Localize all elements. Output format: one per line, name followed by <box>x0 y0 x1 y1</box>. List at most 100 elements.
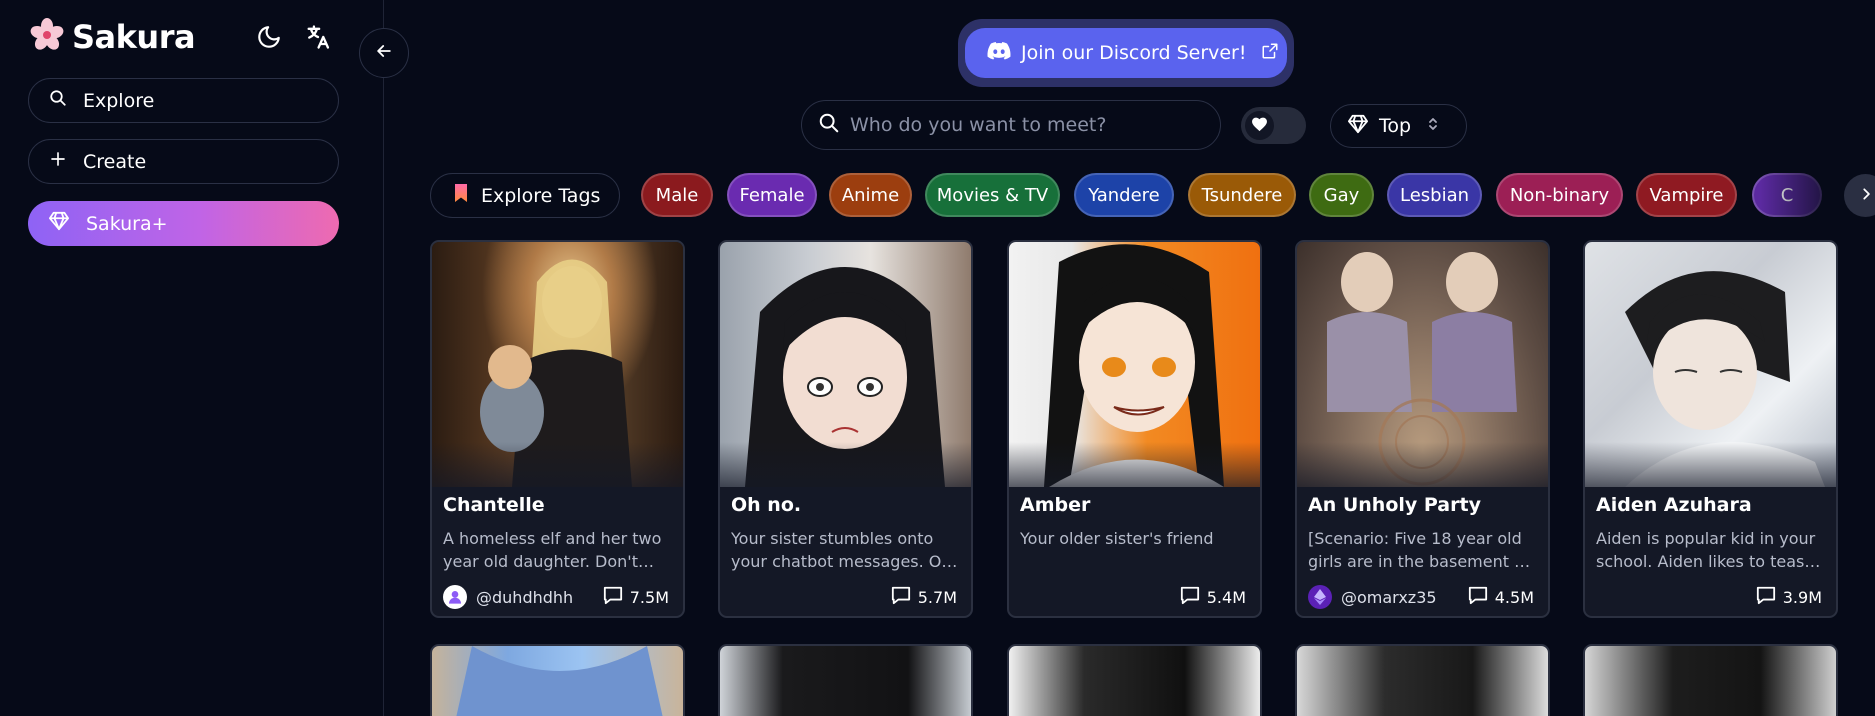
card-shade <box>720 442 971 502</box>
sidebar-item-explore[interactable]: Explore <box>28 78 339 123</box>
chat-count-value: 7.5M <box>629 587 669 607</box>
sort-select[interactable]: Top <box>1330 104 1467 148</box>
card-name: Aiden Azuhara <box>1596 494 1752 516</box>
discord-button-label: Join our Discord Server! <box>1021 42 1247 64</box>
card-name: Chantelle <box>443 494 545 516</box>
card-shade <box>1297 442 1548 502</box>
tag-label: Gay <box>1323 184 1360 206</box>
sidebar-item-label: Explore <box>83 89 155 112</box>
character-card[interactable]: An Unholy Party [Scenario: Five 18 year … <box>1295 240 1550 618</box>
creator-name: @omarxz35 <box>1341 587 1437 607</box>
tag-movies-tv[interactable]: Movies & TV <box>925 173 1060 217</box>
discord-banner: Join our Discord Server! <box>958 19 1294 87</box>
card-footer: @omarxz35 4.5M <box>1308 585 1534 609</box>
sort-label: Top <box>1379 115 1412 137</box>
tag-label: Male <box>655 184 699 206</box>
chat-bubble-icon <box>1755 585 1777 609</box>
tag-vampire[interactable]: Vampire <box>1636 173 1737 217</box>
card-name: Oh no. <box>731 494 802 516</box>
avatar <box>443 585 467 609</box>
diamond-icon <box>1347 114 1369 139</box>
chat-count: 5.4M <box>1179 585 1246 609</box>
sakura-flower-icon <box>30 18 64 56</box>
chat-bubble-icon <box>602 585 624 609</box>
collapse-sidebar-button[interactable] <box>359 28 409 78</box>
brand-name: Sakura <box>72 18 196 56</box>
chat-count-value: 4.5M <box>1494 587 1534 607</box>
tag-gay[interactable]: Gay <box>1309 173 1374 217</box>
sidebar-item-create[interactable]: Create <box>28 139 339 184</box>
chevron-updown-icon <box>1427 115 1439 137</box>
card-footer: 3.9M <box>1596 585 1822 609</box>
tag-non-binary[interactable]: Non-binary <box>1496 173 1623 217</box>
character-card[interactable]: Oh no. Your sister stumbles onto your ch… <box>718 240 973 618</box>
plus-icon <box>49 150 67 173</box>
main-content: Join our Discord Server! Top <box>385 0 1875 716</box>
tag-anime[interactable]: Anime <box>829 173 912 217</box>
card-description: Your sister stumbles onto your chatbot m… <box>731 529 952 571</box>
card-description: A homeless elf and her two year old daug… <box>443 529 662 571</box>
character-card[interactable] <box>1295 644 1550 716</box>
character-card[interactable]: Chantelle A homeless elf and her two yea… <box>430 240 685 618</box>
tag-label: Anime <box>841 184 900 206</box>
card-description: [Scenario: Five 18 year old girls are in… <box>1308 529 1530 571</box>
translate-icon[interactable] <box>303 22 333 52</box>
card-shade <box>432 442 683 502</box>
card-footer: @duhdhdhh 7.5M <box>443 585 669 609</box>
creator-link[interactable]: @omarxz35 <box>1308 585 1437 609</box>
search-bar <box>801 100 1221 150</box>
chat-bubble-icon <box>890 585 912 609</box>
character-card[interactable] <box>430 644 685 716</box>
avatar <box>1308 585 1332 609</box>
chat-bubble-icon <box>1179 585 1201 609</box>
chat-count: 7.5M <box>602 585 669 609</box>
creator-link[interactable]: @duhdhdhh <box>443 585 573 609</box>
tag-label: Tsundere <box>1201 184 1283 206</box>
tag-label: Lesbian <box>1399 184 1470 206</box>
tag-label: Vampire <box>1649 184 1724 206</box>
character-card[interactable]: Amber Your older sister's friend 5.4M <box>1007 240 1262 618</box>
card-description: Aiden is popular kid in your school. Aid… <box>1596 529 1816 571</box>
tag-female[interactable]: Female <box>727 173 817 217</box>
card-shade <box>1585 442 1836 502</box>
card-name: Amber <box>1020 494 1091 516</box>
chat-count-value: 3.9M <box>1782 587 1822 607</box>
moon-icon[interactable] <box>254 22 284 52</box>
character-card[interactable]: Aiden Azuhara Aiden is popular kid in yo… <box>1583 240 1838 618</box>
sidebar: Sakura Explore Create Sakura+ <box>0 0 384 716</box>
creator-name: @duhdhdhh <box>476 587 574 607</box>
tag-label: Non-binary <box>1509 184 1610 206</box>
chat-count-value: 5.7M <box>917 587 957 607</box>
tag-male[interactable]: Male <box>641 173 713 217</box>
chat-bubble-icon <box>1467 585 1489 609</box>
character-card[interactable] <box>718 644 973 716</box>
character-card[interactable] <box>1583 644 1838 716</box>
tag-label: Female <box>739 184 805 206</box>
card-footer: 5.4M <box>1020 585 1246 609</box>
tag-label: Yandere <box>1088 184 1160 206</box>
chat-count-value: 5.4M <box>1206 587 1246 607</box>
explore-tags-button[interactable]: Explore Tags <box>430 173 620 218</box>
search-icon <box>818 112 840 138</box>
arrow-left-icon <box>374 41 394 65</box>
card-shade <box>1009 442 1260 502</box>
favorites-toggle[interactable] <box>1241 107 1306 144</box>
app-root: Sakura Explore Create Sakura+ Join our D… <box>0 0 1875 716</box>
chat-count: 5.7M <box>890 585 957 609</box>
card-footer: 5.7M <box>731 585 957 609</box>
tag-yandere[interactable]: Yandere <box>1074 173 1174 217</box>
chevron-right-icon <box>1859 186 1873 205</box>
discord-icon <box>987 41 1011 65</box>
card-name: An Unholy Party <box>1308 494 1481 516</box>
chat-count: 4.5M <box>1467 585 1534 609</box>
search-icon <box>49 89 67 112</box>
tag-lesbian[interactable]: Lesbian <box>1387 173 1482 217</box>
tag-tsundere[interactable]: Tsundere <box>1188 173 1296 217</box>
chat-count: 3.9M <box>1755 585 1822 609</box>
diamond-icon <box>48 211 70 236</box>
join-discord-button[interactable]: Join our Discord Server! <box>965 28 1287 78</box>
brand-logo[interactable]: Sakura <box>30 18 196 56</box>
character-card[interactable] <box>1007 644 1262 716</box>
sidebar-item-sakura-plus[interactable]: Sakura+ <box>28 201 339 246</box>
search-input[interactable] <box>850 114 1210 136</box>
